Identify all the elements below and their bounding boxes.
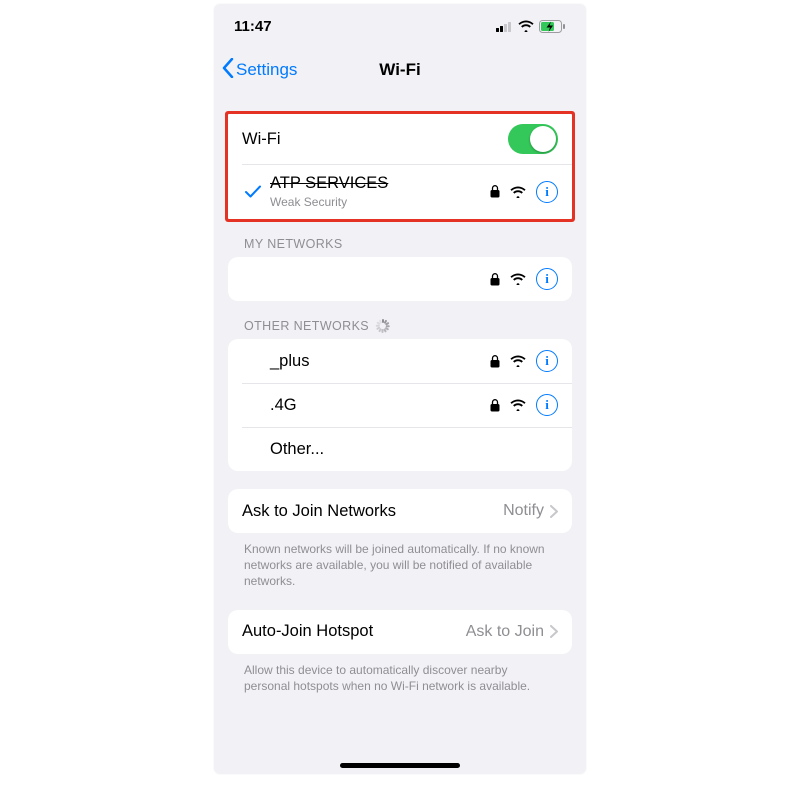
ask-join-group: Ask to Join Networks Notify Known networ…	[228, 489, 572, 592]
my-networks-card: i	[228, 257, 572, 301]
back-label: Settings	[236, 60, 297, 80]
page-title: Wi-Fi	[379, 60, 420, 80]
wifi-icon	[518, 20, 534, 32]
other-networks-group: OTHER NETWORKS _plus	[228, 319, 572, 471]
connected-network-trailing: i	[490, 181, 558, 203]
lock-icon	[490, 273, 500, 286]
other-networks-card: _plus i .4G	[228, 339, 572, 471]
screenshot-stage: 11:47 Settings Wi-Fi	[0, 0, 800, 791]
auto-join-card: Auto-Join Hotspot Ask to Join	[228, 610, 572, 654]
wifi-toggle-row[interactable]: Wi-Fi	[228, 114, 572, 164]
ask-join-value: Notify	[503, 502, 544, 520]
connected-network-subtitle: Weak Security	[270, 195, 388, 209]
cellular-icon	[496, 21, 513, 32]
auto-join-note: Allow this device to automatically disco…	[228, 654, 572, 696]
other-network-row[interactable]: _plus i	[228, 339, 572, 383]
other-networks-header: OTHER NETWORKS	[228, 319, 572, 339]
auto-join-row[interactable]: Auto-Join Hotspot Ask to Join	[228, 610, 572, 654]
lock-icon	[490, 185, 500, 198]
connected-network-name: ATP SERVICES	[270, 174, 388, 193]
auto-join-label: Auto-Join Hotspot	[242, 622, 373, 641]
chevron-left-icon	[222, 58, 234, 83]
phone-frame: 11:47 Settings Wi-Fi	[214, 4, 586, 774]
info-button[interactable]: i	[536, 268, 558, 290]
wifi-toggle[interactable]	[508, 124, 558, 154]
ask-join-label: Ask to Join Networks	[242, 502, 396, 521]
wifi-signal-icon	[510, 355, 526, 367]
wifi-signal-icon	[510, 399, 526, 411]
wifi-signal-icon	[510, 186, 526, 198]
other-network-name: _plus	[270, 352, 309, 371]
wifi-main-group: Wi-Fi ATP SERVICES Weak Security	[228, 114, 572, 219]
info-button[interactable]: i	[536, 394, 558, 416]
status-icons	[496, 20, 566, 33]
home-indicator[interactable]	[340, 763, 460, 768]
spinner-icon	[375, 319, 389, 333]
auto-join-group: Auto-Join Hotspot Ask to Join Allow this…	[228, 610, 572, 696]
chevron-right-icon	[550, 625, 558, 638]
other-network-other-row[interactable]: Other...	[228, 427, 572, 471]
lock-icon	[490, 399, 500, 412]
other-label: Other...	[270, 440, 324, 459]
connected-network-row[interactable]: ATP SERVICES Weak Security i	[228, 164, 572, 219]
wifi-signal-icon	[510, 273, 526, 285]
info-button[interactable]: i	[536, 350, 558, 372]
wifi-toggle-label: Wi-Fi	[242, 130, 280, 149]
navigation-bar: Settings Wi-Fi	[214, 48, 586, 92]
chevron-right-icon	[550, 505, 558, 518]
other-network-name: .4G	[270, 396, 297, 415]
wifi-card-highlighted: Wi-Fi ATP SERVICES Weak Security	[228, 114, 572, 219]
info-button[interactable]: i	[536, 181, 558, 203]
auto-join-value: Ask to Join	[466, 623, 544, 641]
checkmark-icon	[242, 185, 264, 198]
my-networks-header: MY NETWORKS	[228, 237, 572, 257]
other-network-row[interactable]: .4G i	[228, 383, 572, 427]
back-button[interactable]: Settings	[222, 48, 297, 92]
my-network-row[interactable]: i	[228, 257, 572, 301]
ask-join-card: Ask to Join Networks Notify	[228, 489, 572, 533]
my-networks-group: MY NETWORKS i	[228, 237, 572, 301]
other-networks-header-label: OTHER NETWORKS	[244, 319, 369, 333]
ask-join-row[interactable]: Ask to Join Networks Notify	[228, 489, 572, 533]
battery-icon	[539, 20, 566, 33]
clock: 11:47	[234, 18, 272, 35]
ask-join-note: Known networks will be joined automatica…	[228, 533, 572, 592]
status-bar: 11:47	[214, 4, 586, 48]
lock-icon	[490, 355, 500, 368]
